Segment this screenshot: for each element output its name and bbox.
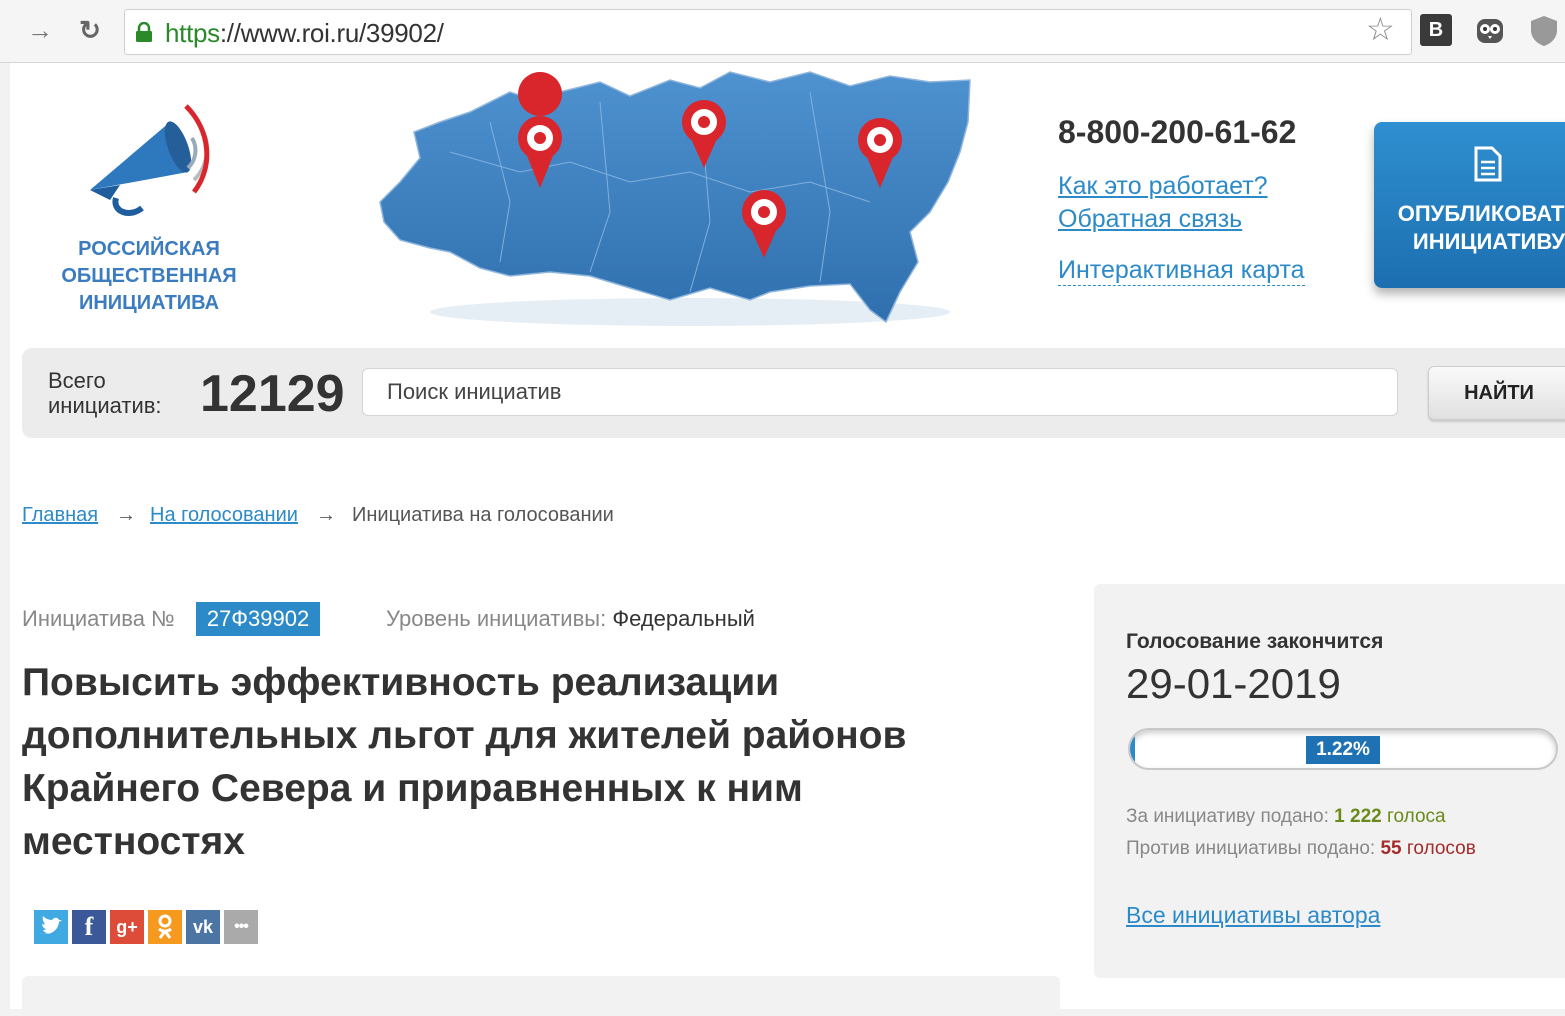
phone-number: 8-800-200-61-62: [1058, 114, 1297, 150]
votes-for-label: За инициативу подано:: [1126, 806, 1329, 827]
shield-icon[interactable]: [1528, 14, 1560, 48]
url-text: https://www.roi.ru/39902/: [165, 18, 444, 49]
twitter-icon[interactable]: [34, 910, 68, 944]
address-bar[interactable]: https://www.roi.ru/39902/: [124, 9, 1412, 55]
vote-ends-date: 29-01-2019: [1126, 660, 1341, 707]
logo-line-1: РОССИЙСКАЯ: [78, 238, 220, 260]
vote-ends-label: Голосование закончится: [1126, 630, 1384, 653]
votes-against-count: 55: [1380, 838, 1402, 859]
total-label-line-1: Всего: [48, 368, 106, 393]
vote-progress-fill: [1130, 730, 1136, 768]
breadcrumb-arrow: →: [116, 504, 136, 526]
total-label-line-2: инициатив:: [48, 393, 162, 418]
feedback-link[interactable]: Обратная связь: [1058, 205, 1242, 234]
browser-toolbar: → ↻ https://www.roi.ru/39902/ ☆ B: [0, 0, 1565, 63]
author-initiatives-link[interactable]: Все инициативы автора: [1126, 902, 1380, 929]
publish-line-2: ИНИЦИАТИВУ: [1412, 229, 1565, 254]
vk-icon[interactable]: vk: [186, 910, 220, 944]
facebook-icon[interactable]: f: [72, 910, 106, 944]
logo-text: РОССИЙСКАЯ ОБЩЕСТВЕННАЯ ИНИЦИАТИВА: [40, 236, 258, 317]
interactive-map-link[interactable]: Интерактивная карта: [1058, 256, 1305, 286]
google-plus-icon[interactable]: g+: [110, 910, 144, 944]
more-icon[interactable]: •••: [224, 910, 258, 944]
initiative-number-label: Инициатива №: [22, 606, 175, 631]
reload-icon[interactable]: ↻: [74, 14, 106, 46]
search-input[interactable]: [362, 368, 1398, 416]
votes-against-line: Против инициативы подано: 55 голосов: [1126, 838, 1476, 860]
megaphone-logo-icon: [90, 104, 210, 216]
total-count: 12129: [200, 365, 345, 423]
find-button[interactable]: НАЙТИ: [1428, 366, 1565, 420]
breadcrumb-current: Инициатива на голосовании: [352, 504, 614, 526]
document-icon: [1474, 146, 1502, 182]
url-rest: ://www.roi.ru/39902/: [219, 18, 444, 48]
how-it-works-link[interactable]: Как это работает?: [1058, 172, 1268, 201]
votes-for-count: 1 222: [1334, 806, 1382, 827]
total-label: Всего инициатив:: [48, 368, 162, 418]
odnoklassniki-icon[interactable]: [148, 910, 182, 944]
extension-b-icon[interactable]: B: [1420, 14, 1452, 46]
initiative-title: Повысить эффективность реализации дополн…: [22, 661, 907, 863]
russia-map-image[interactable]: [370, 62, 980, 342]
votes-against-label: Против инициативы подано:: [1126, 838, 1376, 859]
initiative-content-panel: [22, 976, 1060, 1016]
votes-for-line: За инициативу подано: 1 222 голоса: [1126, 806, 1446, 828]
initiative-level: Уровень инициативы: Федеральный: [386, 606, 755, 632]
publish-line-1: ОПУБЛИКОВАТЬ: [1397, 201, 1565, 226]
owl-extension-icon[interactable]: [1474, 14, 1506, 46]
level-value: Федеральный: [612, 606, 755, 631]
breadcrumb-arrow: →: [316, 504, 336, 526]
vote-progress-percent: 1.22%: [1306, 736, 1380, 764]
level-label: Уровень инициативы:: [386, 606, 607, 631]
initiative-number-badge: 27Ф39902: [196, 602, 320, 636]
publish-initiative-button[interactable]: ОПУБЛИКОВАТЬ ИНИЦИАТИВУ: [1374, 122, 1565, 288]
breadcrumb-section-link[interactable]: На голосовании: [150, 504, 298, 527]
lock-icon: [136, 22, 152, 42]
logo-line-3: ИНИЦИАТИВА: [78, 292, 220, 314]
logo-line-2: ОБЩЕСТВЕННАЯ: [61, 265, 237, 287]
url-protocol: https: [165, 18, 220, 48]
bookmark-star-icon[interactable]: ☆: [1366, 13, 1395, 45]
forward-icon[interactable]: →: [24, 14, 56, 46]
breadcrumb-home-link[interactable]: Главная: [22, 504, 98, 527]
publish-label: ОПУБЛИКОВАТЬ ИНИЦИАТИВУ: [1394, 200, 1565, 256]
votes-for-word: голоса: [1387, 806, 1446, 827]
votes-against-word: голосов: [1406, 838, 1476, 859]
